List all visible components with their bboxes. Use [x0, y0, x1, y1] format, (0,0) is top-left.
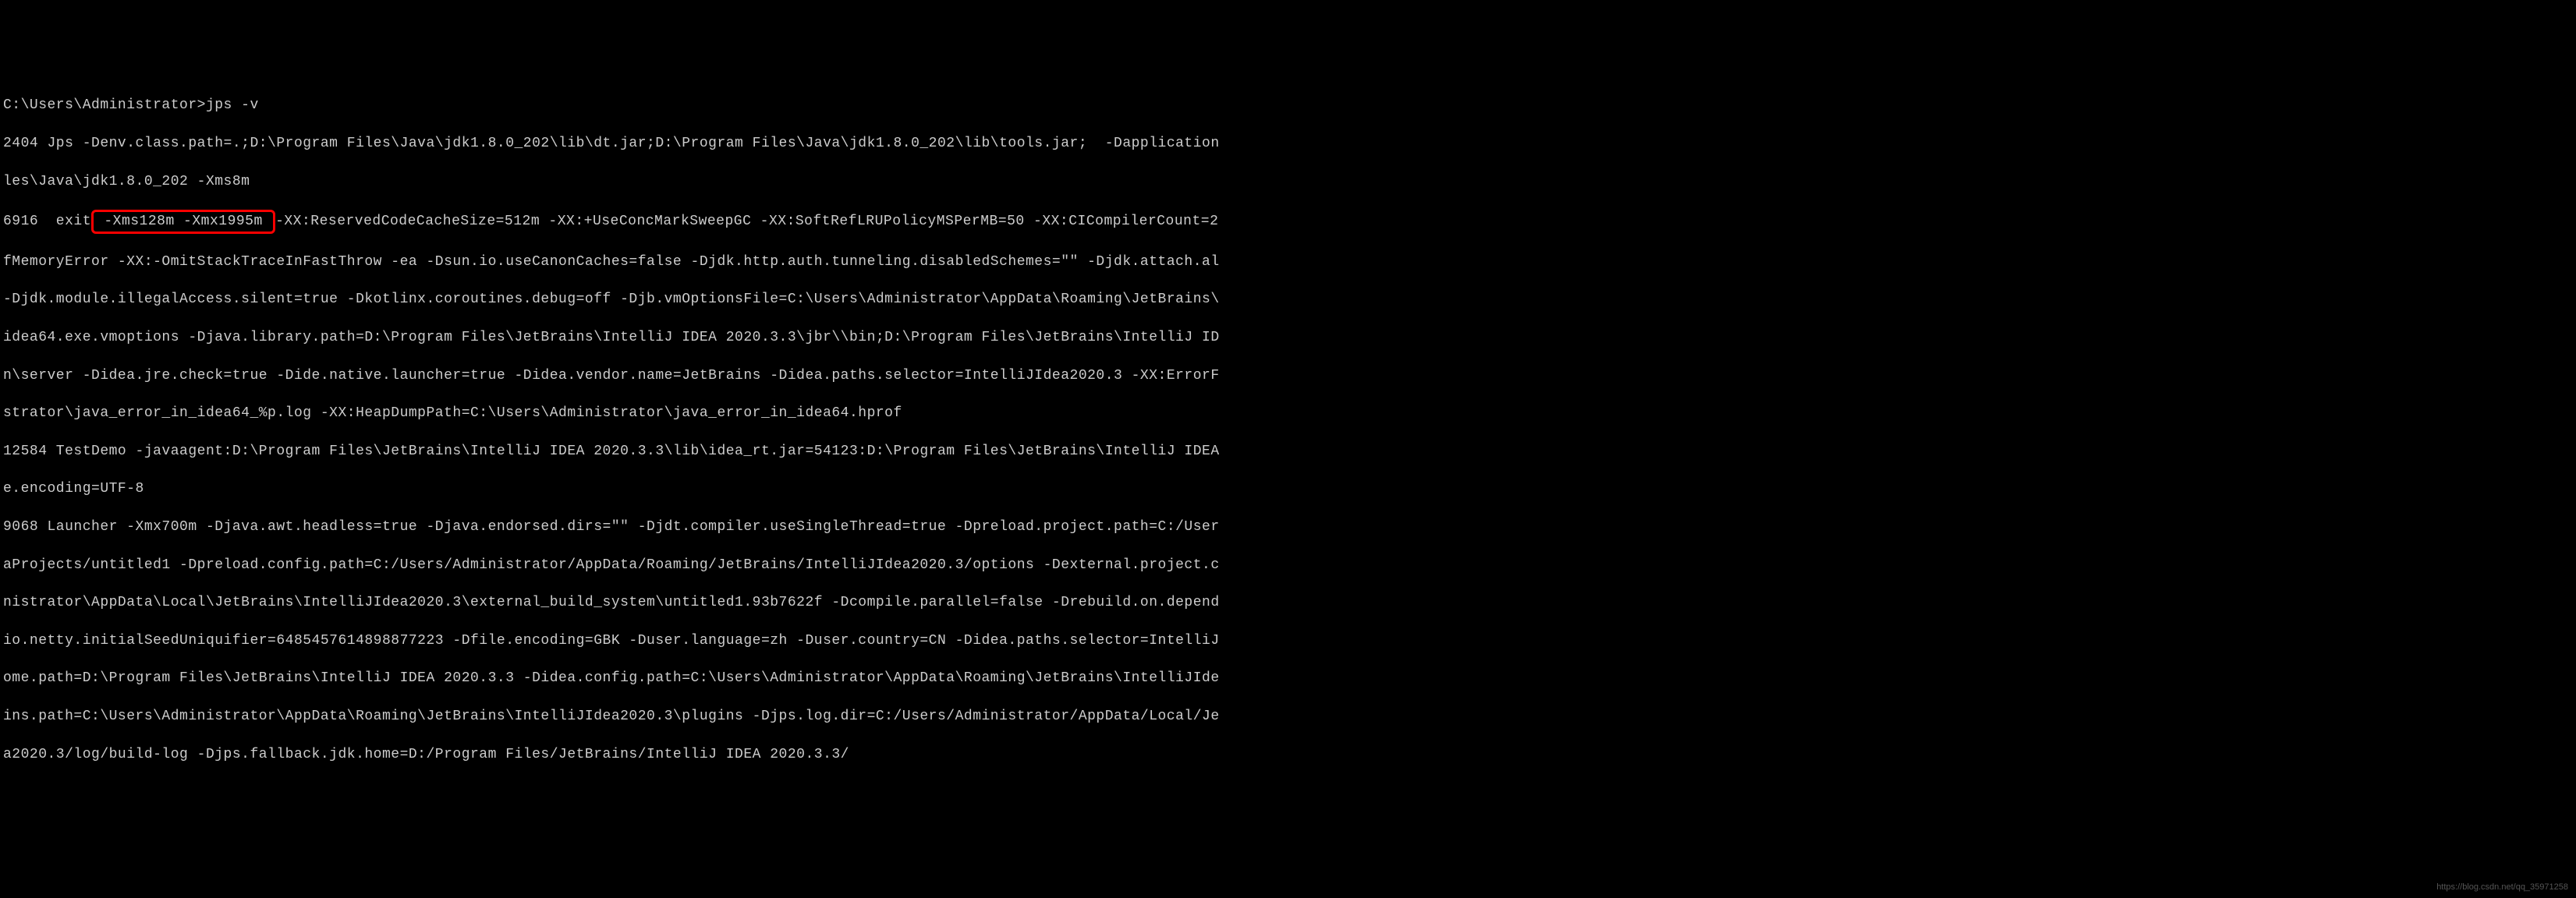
jps-output-line: fMemoryError -XX:-OmitStackTraceInFastTh… — [3, 253, 2573, 271]
jps-output-line: 6916 exit -Xms128m -Xmx1995m -XX:Reserve… — [3, 210, 2573, 233]
command-prompt-line[interactable]: C:\Users\Administrator>jps -v — [3, 96, 2573, 115]
terminal-output: C:\Users\Administrator>jps -v 2404 Jps -… — [3, 77, 2573, 783]
jps-output-line: ome.path=D:\Program Files\JetBrains\Inte… — [3, 669, 2573, 688]
jps-output-line: 9068 Launcher -Xmx700m -Djava.awt.headle… — [3, 518, 2573, 536]
jps-output-line: les\Java\jdk1.8.0_202 -Xms8m — [3, 172, 2573, 191]
jps-output-line: -Djdk.module.illegalAccess.silent=true -… — [3, 290, 2573, 309]
jps-output-line: nistrator\AppData\Local\JetBrains\Intell… — [3, 593, 2573, 612]
jps-output-line: 2404 Jps -Denv.class.path=.;D:\Program F… — [3, 134, 2573, 153]
pid-label: 6916 exit — [3, 214, 91, 229]
jvm-args: -XX:ReservedCodeCacheSize=512m -XX:+UseC… — [275, 214, 1228, 229]
jps-output-line: n\server -Didea.jre.check=true -Dide.nat… — [3, 366, 2573, 385]
memory-args-highlight: -Xms128m -Xmx1995m — [91, 210, 275, 233]
jps-output-line: 12584 TestDemo -javaagent:D:\Program Fil… — [3, 442, 2573, 461]
jps-output-line: strator\java_error_in_idea64_%p.log -XX:… — [3, 404, 2573, 422]
jps-output-line: aProjects/untitled1 -Dpreload.config.pat… — [3, 556, 2573, 575]
jps-output-line: e.encoding=UTF-8 — [3, 479, 2573, 498]
jps-output-line: idea64.exe.vmoptions -Djava.library.path… — [3, 328, 2573, 347]
jps-output-line: io.netty.initialSeedUniquifier=648545761… — [3, 631, 2573, 650]
jps-output-line: a2020.3/log/build-log -Djps.fallback.jdk… — [3, 745, 2573, 764]
jps-output-line: ins.path=C:\Users\Administrator\AppData\… — [3, 707, 2573, 726]
watermark-text: https://blog.csdn.net/qq_35971258 — [2436, 882, 2568, 893]
